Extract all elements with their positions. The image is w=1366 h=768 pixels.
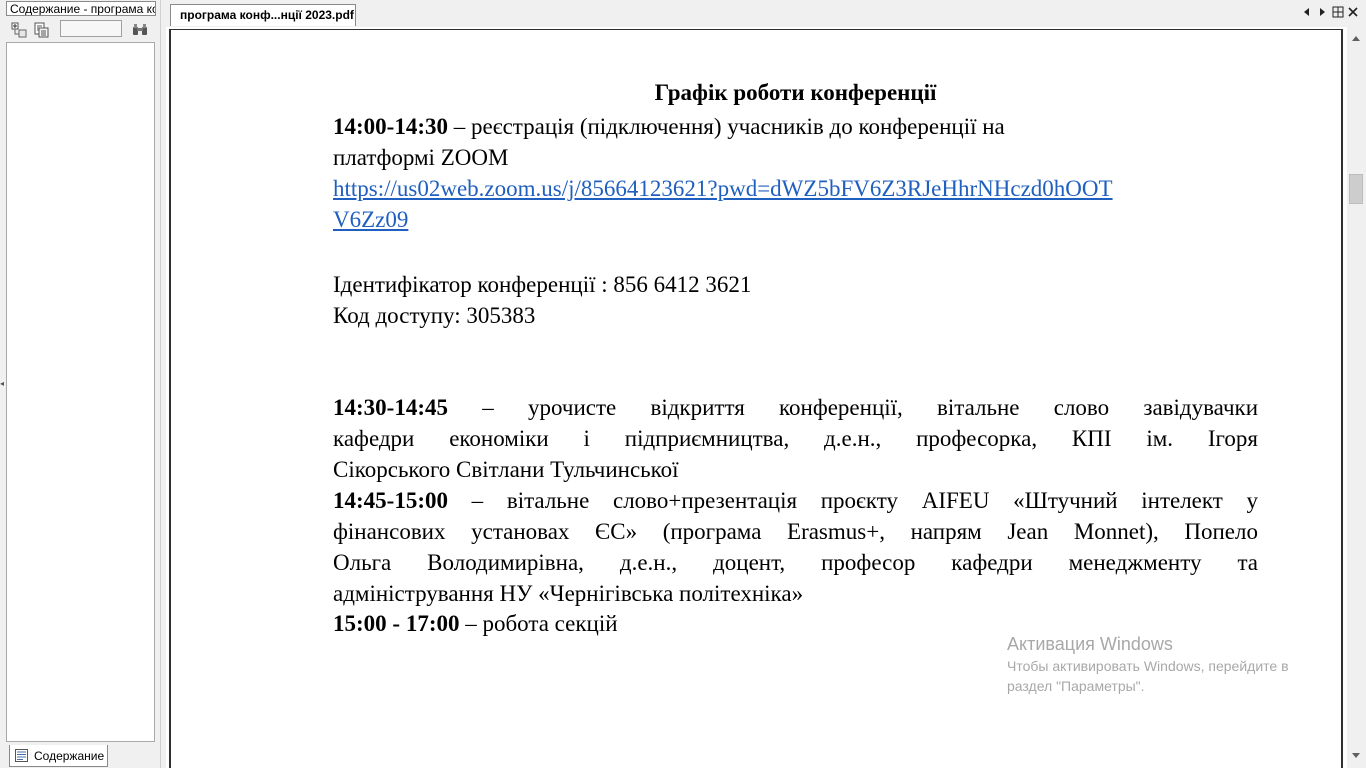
page-title: Графік роботи конференції	[654, 80, 937, 105]
scroll-up-icon[interactable]	[1351, 34, 1361, 42]
tab-list-icon[interactable]	[1332, 6, 1344, 18]
opening-time: 14:30-14:45	[333, 395, 448, 420]
watermark-title: Активация Windows	[1007, 634, 1173, 654]
opening-line-3: Сікорського Світлани Тульчинської	[333, 457, 679, 482]
sidebar-title-tab[interactable]: Содержание - програма ко	[6, 1, 156, 16]
access-code: Код доступу: 305383	[333, 303, 536, 328]
welcome-text: – вітальне слово+презентація проєкту AIF…	[447, 488, 1258, 513]
welcome-line-2: фінансових установах ЄС» (програма Erasm…	[333, 519, 1258, 544]
sidebar-toolbar	[6, 19, 156, 41]
sections-time: 15:00 - 17:00	[333, 611, 460, 636]
bookmark-list-icon[interactable]	[33, 22, 49, 38]
bookmarks-panel[interactable]	[6, 42, 155, 742]
platform-line: платформі ZOOM	[333, 145, 509, 170]
scroll-down-icon[interactable]	[1351, 752, 1361, 760]
vertical-scrollbar[interactable]	[1347, 27, 1366, 768]
tab-prev-icon[interactable]	[1301, 6, 1313, 18]
tab-next-icon[interactable]	[1316, 6, 1328, 18]
windows-activation-watermark: Активация Windows Чтобы активировать Win…	[1007, 632, 1327, 696]
contents-tab-label: Содержание	[34, 749, 105, 763]
welcome-line-4: адміністрування НУ «Чернігівська політех…	[333, 581, 804, 606]
sections-line: 15:00 - 17:00 – робота секцій	[333, 608, 618, 639]
close-tab-icon[interactable]	[1347, 6, 1359, 18]
binoculars-search-icon[interactable]	[132, 22, 148, 38]
sidebar: Содержание - програма ко Содержание ◂	[0, 0, 160, 768]
zoom-link[interactable]: https://us02web.zoom.us/j/85664123621?pw…	[333, 173, 1113, 204]
welcome-line-3: Ольга Володимирівна, д.е.н., доцент, про…	[333, 550, 1258, 575]
opening-line-1: 14:30-14:45 – урочисте відкриття конфере…	[333, 392, 1258, 423]
scroll-thumb[interactable]	[1349, 174, 1363, 204]
opening-text: – урочисте відкриття конференції, віталь…	[482, 395, 1259, 420]
registration-line: 14:00-14:30 – реєстрація (підключення) у…	[333, 111, 1005, 142]
contents-tab[interactable]: Содержание	[9, 745, 108, 767]
expand-bookmark-icon[interactable]	[11, 22, 27, 38]
watermark-text: Чтобы активировать Windows, перейдите в …	[1007, 658, 1289, 694]
sidebar-search-input[interactable]	[60, 20, 122, 37]
zoom-link-continued[interactable]: V6Zz09	[333, 204, 408, 235]
registration-time: 14:00-14:30	[333, 114, 448, 139]
document-tab[interactable]: програма конф...нції 2023.pdf	[170, 4, 356, 26]
sidebar-collapse-icon[interactable]: ◂	[0, 378, 6, 390]
contents-icon	[15, 749, 28, 762]
welcome-line-1: 14:45-15:00 – вітальне слово+презентація…	[333, 485, 1258, 516]
sections-text: – робота секцій	[459, 611, 618, 636]
document-tab-bar: програма конф...нції 2023.pdf	[166, 0, 1366, 27]
registration-text: – реєстрація (підключення) учасників до …	[447, 114, 1005, 139]
opening-line-2: кафедри економіки і підприємництва, д.е.…	[333, 426, 1258, 451]
welcome-time: 14:45-15:00	[333, 488, 448, 513]
conference-id: Ідентифікатор конференції : 856 6412 362…	[333, 272, 752, 297]
